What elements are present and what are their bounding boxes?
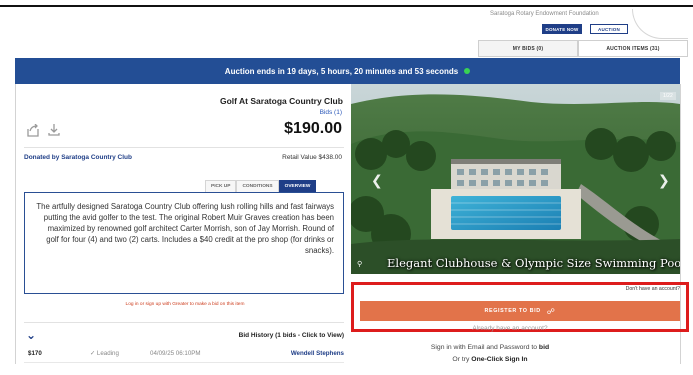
auction-tabs: MY BIDS (0) AUCTION ITEMS (31)	[478, 40, 688, 57]
bidder-name[interactable]: Wendell Stephens	[272, 350, 344, 357]
info-tabs: PICK UP CONDITIONS OVERVIEW	[205, 180, 317, 192]
signin-line2-text: Or try	[452, 356, 472, 363]
register-to-bid-button[interactable]: REGISTER TO BID ☍	[360, 301, 680, 321]
bid-history-toggle[interactable]: Bid History (1 bids - Click to View)	[210, 332, 344, 339]
register-label: REGISTER TO BID	[484, 308, 541, 314]
share-icon[interactable]	[26, 124, 40, 137]
chevron-left-icon[interactable]: ❮	[371, 172, 383, 189]
current-price: $190.00	[284, 120, 342, 137]
live-status-dot	[464, 68, 471, 74]
clubhouse-photo	[351, 84, 680, 274]
chevron-right-icon[interactable]: ❯	[658, 172, 670, 189]
item-description: The artfully designed Saratoga Country C…	[24, 192, 344, 294]
item-image[interactable]: ❮ ❯ 1/22 ⚲ Elegant Clubhouse & Olympic S…	[351, 84, 680, 274]
existing-account-text: Already have an account?	[472, 325, 548, 332]
history-row-divider	[24, 362, 344, 363]
history-divider	[24, 322, 344, 323]
tab-my-bids[interactable]: MY BIDS (0)	[478, 40, 578, 57]
item-title: Golf At Saratoga Country Club	[220, 96, 343, 106]
zoom-icon[interactable]: ⚲	[357, 260, 362, 268]
bid-status-text: Leading	[96, 350, 119, 357]
email-signin-link[interactable]: Sign in with Email and Password to bid	[390, 344, 590, 351]
countdown-banner: Auction ends in 19 days, 5 hours, 20 min…	[15, 58, 680, 84]
tab-pick-up[interactable]: PICK UP	[205, 180, 237, 192]
download-icon[interactable]	[47, 123, 61, 137]
bids-count-link[interactable]: Bids (1)	[300, 109, 342, 116]
tab-overview[interactable]: OVERVIEW	[278, 180, 317, 192]
link-icon: ☍	[546, 306, 556, 316]
retail-value: Retail Value $438.00	[282, 154, 342, 161]
donor-link[interactable]: Donated by Saratoga Country Club	[24, 154, 132, 161]
bid-date: 04/09/25 06:10PM	[150, 350, 201, 357]
logo[interactable]	[632, 9, 688, 39]
details-divider	[24, 147, 344, 148]
bid-status: ✓ Leading	[90, 350, 119, 357]
image-counter: 1/22	[660, 92, 676, 100]
auction-button[interactable]: AUCTION	[590, 24, 628, 34]
chevron-down-icon[interactable]: ⌄	[26, 328, 36, 342]
panel-border-left	[15, 84, 16, 364]
tab-conditions[interactable]: CONDITIONS	[236, 180, 279, 192]
signin-line1-text: Sign in with Email and Password to	[430, 344, 539, 351]
site-header: Saratoga Rotary Endowment Foundation DON…	[0, 7, 693, 39]
login-note-link[interactable]: Log in or sign up with Greater to make a…	[95, 302, 275, 307]
tab-auction-items[interactable]: AUCTION ITEMS (31)	[578, 40, 688, 57]
bid-amount: $170	[28, 350, 42, 357]
image-caption: Elegant Clubhouse & Olympic Size Swimmin…	[387, 256, 680, 270]
donate-now-button[interactable]: DONATE NOW	[542, 24, 582, 34]
countdown-text: Auction ends in 19 days, 5 hours, 20 min…	[224, 66, 459, 76]
org-name[interactable]: Saratoga Rotary Endowment Foundation	[490, 11, 599, 17]
signin-line2-bold: One-Click Sign In	[471, 356, 528, 363]
one-click-signin-link[interactable]: Or try One-Click Sign In	[420, 356, 560, 363]
check-icon: ✓	[90, 350, 97, 357]
signin-line1-bold: bid	[538, 344, 550, 351]
